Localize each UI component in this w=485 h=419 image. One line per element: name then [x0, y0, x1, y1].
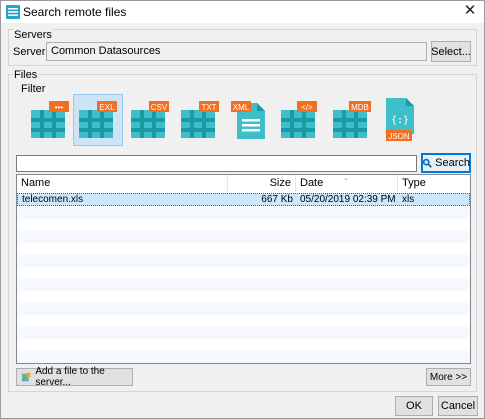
cell-size: 667 Kb	[261, 194, 293, 205]
column-header-name[interactable]: Name	[17, 175, 228, 192]
search-icon	[422, 158, 432, 168]
empty-row	[17, 351, 470, 363]
filter-badge-generic: •••	[55, 103, 64, 112]
filter-generic[interactable]: •••	[25, 94, 75, 146]
filter-mdb[interactable]: MDB	[327, 94, 377, 146]
filter-html[interactable]: </>	[275, 94, 325, 146]
window-title: Search remote files	[23, 5, 127, 19]
more-button[interactable]: More >>	[426, 368, 471, 386]
add-file-button[interactable]: Add a file to the server...	[16, 366, 133, 388]
empty-row	[17, 207, 470, 219]
servers-legend: Servers	[13, 29, 53, 41]
json-document-icon: {:} JSON	[386, 98, 414, 141]
close-button[interactable]: ✕	[456, 1, 484, 23]
column-header-size[interactable]: Size	[228, 175, 296, 192]
filter-badge-csv: CSV	[151, 103, 168, 112]
empty-row	[17, 327, 470, 339]
search-button[interactable]: Search	[421, 153, 471, 173]
filter-badge-mdb: MDB	[351, 103, 369, 112]
filter-badge-txt: TXT	[201, 103, 216, 112]
filter-badge-xml: XML	[233, 103, 250, 112]
filter-json[interactable]: {:} JSON	[376, 94, 426, 146]
sort-indicator-icon: ⌄	[343, 175, 349, 182]
empty-row	[17, 339, 470, 351]
cell-date: 05/20/2019 02:39 PM	[300, 194, 396, 205]
grid-icon: •••	[31, 101, 69, 138]
table-row[interactable]: telecomen.xls 667 Kb 05/20/2019 02:39 PM…	[17, 193, 470, 206]
column-header-type[interactable]: Type	[398, 175, 470, 192]
server-field[interactable]: Common Datasources	[46, 42, 427, 61]
files-legend: Files	[13, 69, 39, 81]
cell-type: xls	[402, 194, 415, 205]
list-header: Name Size Date ⌄ Type	[17, 175, 470, 192]
empty-row	[17, 267, 470, 279]
select-server-button[interactable]: Select...	[431, 41, 471, 62]
filter-badge-excel: EXL	[99, 103, 115, 112]
empty-row	[17, 231, 470, 243]
empty-row	[17, 255, 470, 267]
cell-name: telecomen.xls	[22, 194, 84, 205]
filter-xml[interactable]: XML	[225, 94, 275, 146]
empty-row	[17, 303, 470, 315]
grid-icon: TXT	[181, 101, 219, 138]
app-icon	[6, 5, 20, 19]
ok-button[interactable]: OK	[395, 396, 433, 416]
cancel-button[interactable]: Cancel	[438, 396, 478, 416]
add-file-icon	[21, 372, 31, 382]
search-button-label: Search	[435, 157, 470, 169]
filter-excel[interactable]: EXL	[73, 94, 123, 146]
filter-badge-html: </>	[301, 103, 313, 112]
search-input[interactable]	[16, 155, 417, 172]
empty-row	[17, 219, 470, 231]
empty-row	[17, 291, 470, 303]
server-label: Server:	[13, 46, 49, 58]
add-file-label: Add a file to the server...	[35, 366, 105, 388]
empty-row	[17, 315, 470, 327]
empty-row	[17, 243, 470, 255]
empty-row	[17, 279, 470, 291]
grid-icon: CSV	[131, 101, 169, 138]
title-bar: Search remote files ✕	[1, 1, 484, 23]
filter-txt[interactable]: TXT	[175, 94, 225, 146]
search-remote-files-dialog: Search remote files ✕ Servers Server: Co…	[0, 0, 485, 419]
files-list[interactable]: Name Size Date ⌄ Type telecomen.xls 667 …	[16, 174, 471, 364]
grid-icon: </>	[281, 101, 317, 138]
grid-icon: EXL	[79, 101, 117, 138]
document-icon: XML	[231, 101, 265, 139]
filter-csv[interactable]: CSV	[125, 94, 175, 146]
grid-icon: MDB	[333, 101, 371, 138]
filter-badge-json: JSON	[388, 132, 410, 141]
close-icon: ✕	[463, 2, 477, 19]
svg-text:{:}: {:}	[391, 115, 409, 126]
